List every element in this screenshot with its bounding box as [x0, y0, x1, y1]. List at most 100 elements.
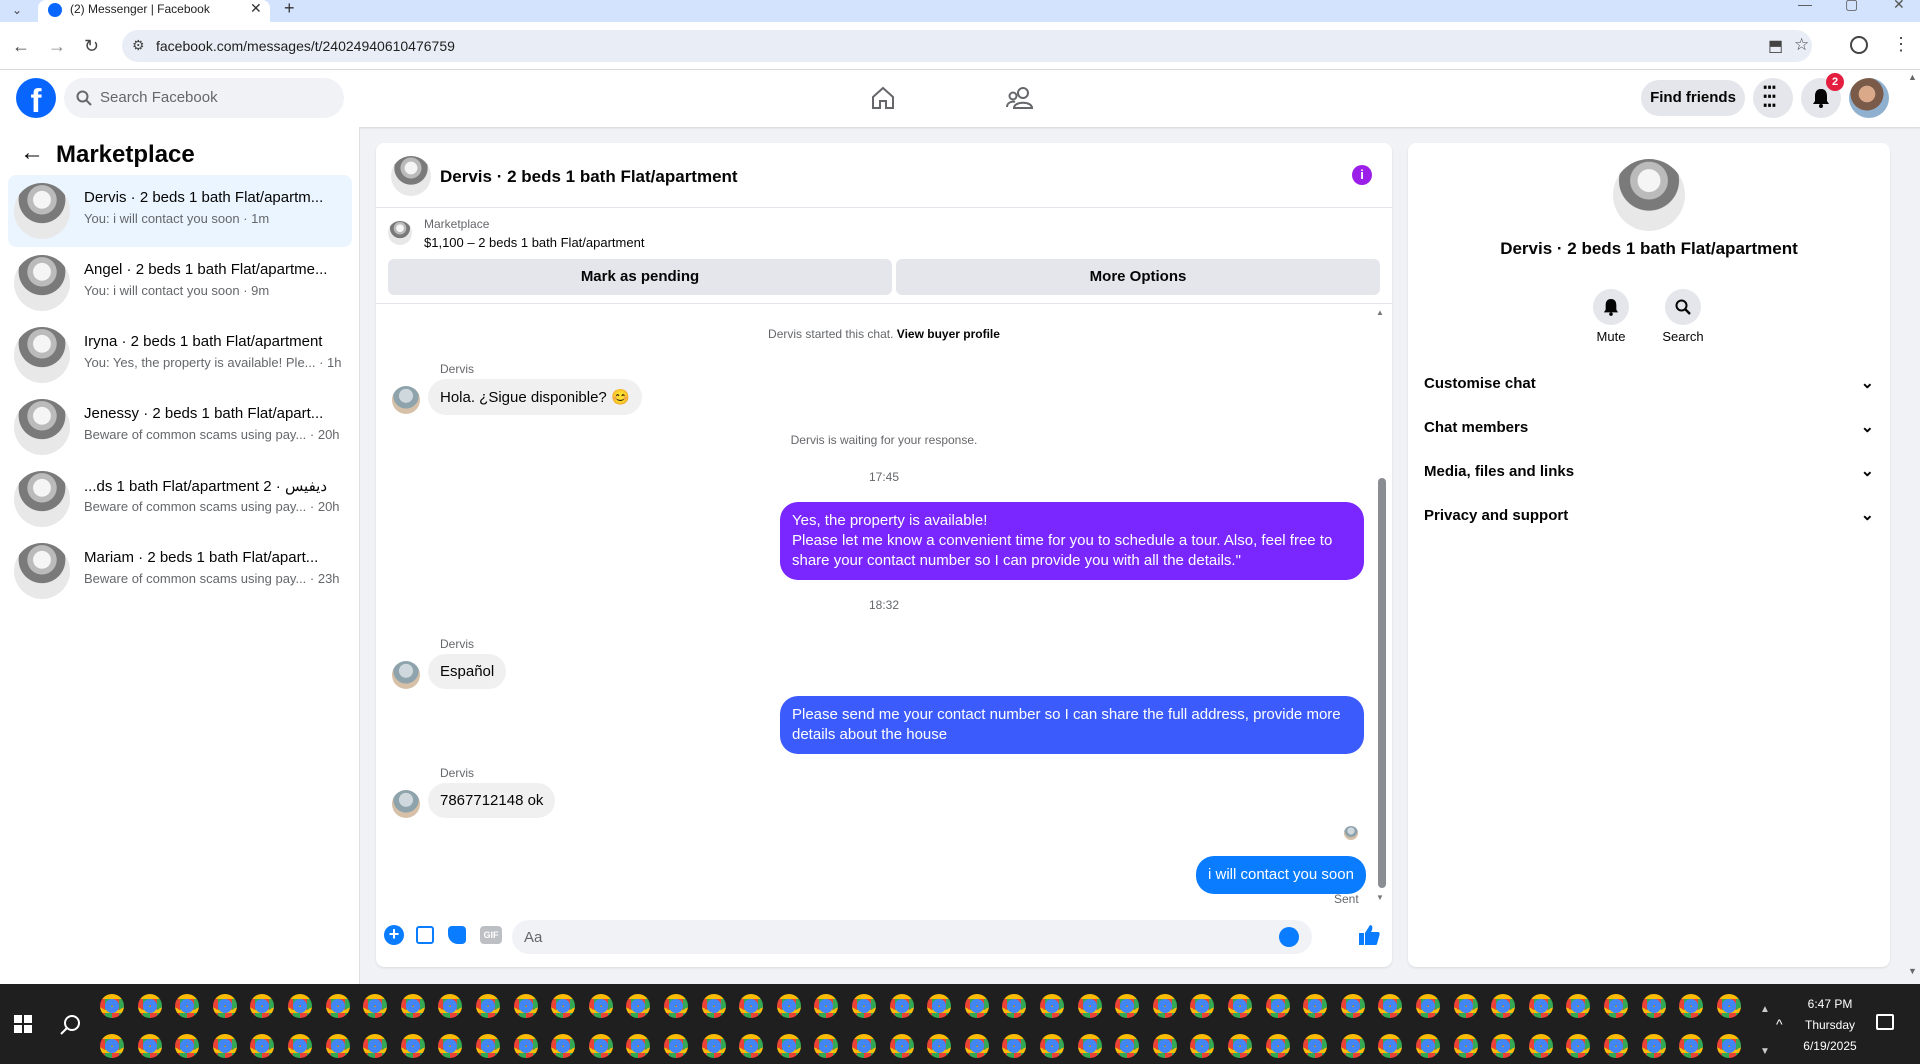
chrome-taskbar-icon[interactable]	[626, 1034, 651, 1058]
chrome-taskbar-icon[interactable]	[1115, 1034, 1140, 1058]
facebook-logo[interactable]: f	[16, 78, 56, 118]
conversation-item[interactable]: ...ds 1 bath Flat/apartment 2 · ديفيس Be…	[8, 463, 352, 535]
reload-icon[interactable]: ↻	[84, 36, 99, 56]
view-buyer-profile-link[interactable]: View buyer profile	[897, 327, 1000, 341]
conversation-item[interactable]: Dervis · 2 beds 1 bath Flat/apartm... Yo…	[8, 175, 352, 247]
new-tab-button[interactable]: +	[284, 0, 295, 19]
emoji-icon[interactable]	[1279, 927, 1299, 947]
chat-members-item[interactable]: Chat members ⌄	[1424, 406, 1874, 450]
chrome-taskbar-icon[interactable]	[1416, 994, 1440, 1018]
sender-avatar[interactable]	[392, 790, 420, 818]
chrome-taskbar-icon[interactable]	[814, 1034, 839, 1058]
message-bubble-outgoing[interactable]: Please send me your contact number so I …	[780, 696, 1364, 754]
browser-tab[interactable]: (2) Messenger | Facebook ✕	[38, 0, 270, 22]
taskbar-search-icon[interactable]	[60, 1014, 82, 1036]
find-friends-button[interactable]: Find friends	[1641, 80, 1745, 116]
chrome-taskbar-icon[interactable]	[400, 1034, 425, 1058]
chat-header-thumbnail[interactable]	[391, 156, 431, 196]
notification-center-icon[interactable]	[1876, 1014, 1894, 1030]
page-scroll-down-arrow[interactable]: ▼	[1908, 966, 1917, 976]
chrome-taskbar-icon[interactable]	[513, 994, 538, 1018]
chrome-menu-icon[interactable]: ⋮	[1892, 34, 1910, 55]
profile-icon[interactable]	[1850, 36, 1868, 54]
chrome-taskbar-icon[interactable]	[889, 1034, 914, 1058]
chrome-taskbar-icon[interactable]	[551, 994, 576, 1018]
chrome-taskbar-icon[interactable]	[626, 994, 651, 1018]
site-info-icon[interactable]: ⚙	[132, 37, 145, 54]
chrome-taskbar-icon[interactable]	[1077, 1034, 1102, 1058]
show-hidden-icons[interactable]: ^	[1776, 1016, 1783, 1032]
listing-large-thumbnail[interactable]	[1613, 159, 1685, 231]
thumbs-up-icon[interactable]	[1358, 924, 1380, 946]
chrome-taskbar-icon[interactable]	[1265, 994, 1290, 1018]
chrome-taskbar-icon[interactable]	[1340, 1034, 1365, 1058]
chrome-taskbar-icon[interactable]	[212, 1034, 237, 1058]
chrome-taskbar-icon[interactable]	[1040, 1034, 1064, 1058]
close-tab-icon[interactable]: ✕	[250, 0, 262, 17]
chat-title[interactable]: Dervis · 2 beds 1 bath Flat/apartment	[440, 167, 738, 187]
message-bubble-outgoing[interactable]: i will contact you soon	[1196, 856, 1366, 894]
chrome-taskbar-icon[interactable]	[1152, 1034, 1177, 1058]
mark-as-pending-button[interactable]: Mark as pending	[388, 259, 892, 295]
conversation-item[interactable]: Iryna · 2 beds 1 bath Flat/apartment You…	[8, 319, 352, 391]
chrome-taskbar-icon[interactable]	[325, 994, 350, 1018]
sender-avatar[interactable]	[392, 386, 420, 414]
home-icon[interactable]	[870, 86, 896, 110]
chrome-taskbar-icon[interactable]	[588, 994, 613, 1018]
address-bar[interactable]: ⚙ facebook.com/messages/t/24024940610476…	[122, 30, 1812, 62]
chrome-taskbar-icon[interactable]	[701, 994, 726, 1018]
chrome-taskbar-icon[interactable]	[1152, 994, 1177, 1018]
page-scroll-up-arrow[interactable]: ▲	[1908, 72, 1917, 82]
chrome-taskbar-icon[interactable]	[1491, 994, 1516, 1018]
plus-icon[interactable]: +	[384, 925, 404, 945]
install-app-icon[interactable]: ⬒	[1768, 36, 1783, 56]
chrome-taskbar-icon[interactable]	[551, 1034, 576, 1058]
chrome-taskbar-icon[interactable]	[1416, 1034, 1440, 1058]
photo-icon[interactable]	[416, 926, 434, 944]
chrome-taskbar-icon[interactable]	[250, 1034, 275, 1058]
chrome-taskbar-icon[interactable]	[1604, 1034, 1628, 1058]
friends-icon[interactable]	[1006, 86, 1034, 110]
sender-avatar[interactable]	[392, 661, 420, 689]
chrome-taskbar-icon[interactable]	[1641, 994, 1666, 1018]
chrome-taskbar-icon[interactable]	[1641, 1034, 1666, 1058]
chrome-taskbar-icon[interactable]	[288, 1034, 312, 1058]
chrome-taskbar-icon[interactable]	[852, 994, 876, 1018]
chrome-taskbar-icon[interactable]	[739, 1034, 764, 1058]
chrome-taskbar-icon[interactable]	[1228, 1034, 1252, 1058]
chrome-taskbar-icon[interactable]	[288, 994, 312, 1018]
system-clock[interactable]: 6:47 PM Thursday 6/19/2025	[1800, 994, 1860, 1057]
chrome-taskbar-icon[interactable]	[776, 994, 801, 1018]
chrome-taskbar-icon[interactable]	[927, 994, 952, 1018]
chrome-taskbar-icon[interactable]	[1190, 1034, 1215, 1058]
chrome-taskbar-icon[interactable]	[137, 1034, 162, 1058]
chrome-taskbar-icon[interactable]	[1566, 994, 1591, 1018]
chrome-taskbar-icon[interactable]	[1528, 994, 1553, 1018]
message-bubble-incoming[interactable]: Hola. ¿Sigue disponible? 😊	[428, 379, 642, 415]
chrome-taskbar-icon[interactable]	[776, 1034, 801, 1058]
info-icon[interactable]: i	[1352, 165, 1372, 185]
chrome-taskbar-icon[interactable]	[1115, 994, 1140, 1018]
chrome-taskbar-icon[interactable]	[363, 1034, 388, 1058]
chrome-taskbar-icon[interactable]	[476, 1034, 500, 1058]
gif-icon[interactable]: GIF	[480, 926, 502, 944]
chrome-taskbar-icon[interactable]	[1265, 1034, 1290, 1058]
conversation-item[interactable]: Angel · 2 beds 1 bath Flat/apartme... Yo…	[8, 247, 352, 319]
privacy-support-item[interactable]: Privacy and support ⌄	[1424, 494, 1874, 538]
chrome-taskbar-icon[interactable]	[852, 1034, 876, 1058]
taskbar-scroll-up[interactable]: ▲	[1760, 1004, 1770, 1015]
chrome-taskbar-icon[interactable]	[1679, 1034, 1704, 1058]
chrome-taskbar-icon[interactable]	[664, 994, 688, 1018]
chrome-taskbar-icon[interactable]	[1378, 994, 1403, 1018]
back-arrow-icon[interactable]: ←	[20, 139, 44, 167]
chrome-taskbar-icon[interactable]	[438, 994, 463, 1018]
chat-scrollbar-thumb[interactable]	[1378, 478, 1386, 888]
chrome-taskbar-icon[interactable]	[1190, 994, 1215, 1018]
search-in-chat-button[interactable]	[1665, 289, 1701, 325]
back-icon[interactable]: ←	[12, 36, 30, 56]
scroll-up-arrow[interactable]: ▲	[1376, 308, 1384, 317]
customise-chat-item[interactable]: Customise chat ⌄	[1424, 362, 1874, 406]
message-bubble-incoming[interactable]: Español	[428, 654, 507, 689]
media-files-links-item[interactable]: Media, files and links ⌄	[1424, 450, 1874, 494]
chrome-taskbar-icon[interactable]	[400, 994, 425, 1018]
